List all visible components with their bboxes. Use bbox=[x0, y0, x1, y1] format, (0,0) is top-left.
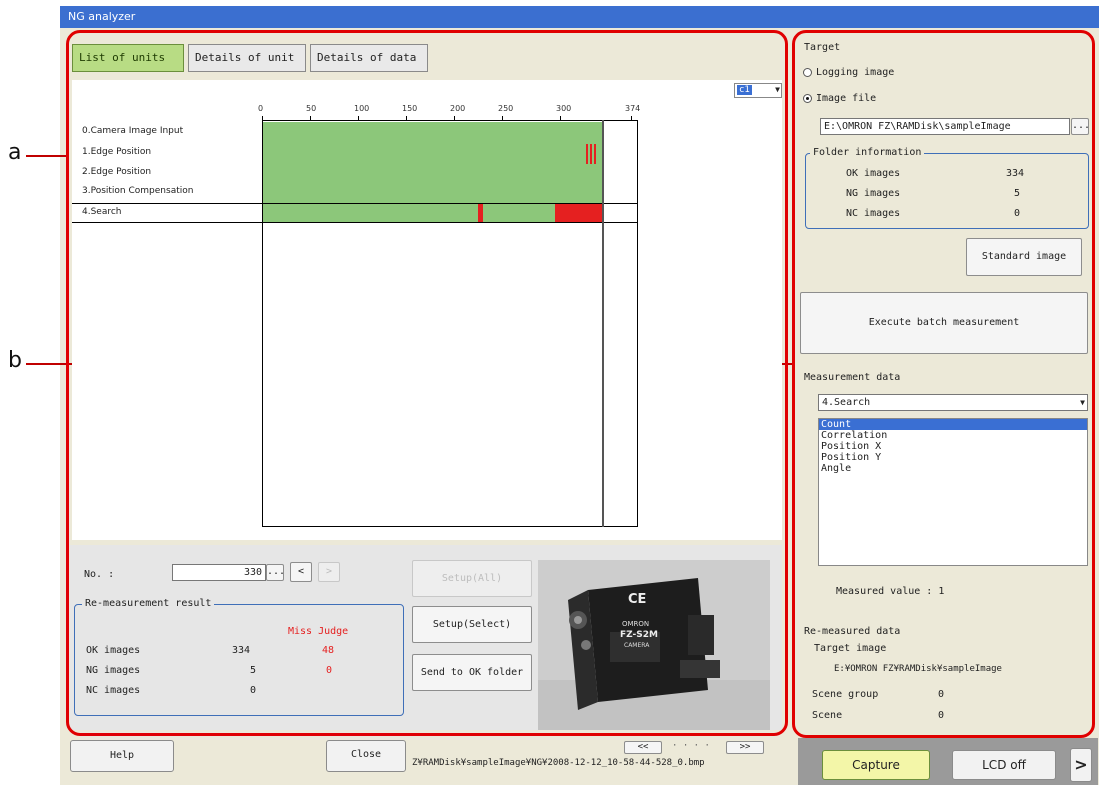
capture-button[interactable]: Capture bbox=[822, 750, 930, 780]
window-title: NG analyzer bbox=[68, 10, 136, 23]
file-path-status: Z¥RAMDisk¥sampleImage¥NG¥2008-12-12_10-5… bbox=[412, 758, 705, 768]
callout-a: a bbox=[8, 140, 22, 165]
annotation-frame-a bbox=[66, 30, 788, 736]
lcd-off-button[interactable]: LCD off bbox=[952, 750, 1056, 780]
nav-dots: · · · · bbox=[672, 741, 710, 751]
help-button[interactable]: Help bbox=[70, 740, 174, 772]
close-button[interactable]: Close bbox=[326, 740, 406, 772]
callout-a-line bbox=[26, 155, 68, 157]
callout-b: b bbox=[8, 348, 22, 373]
more-button[interactable]: > bbox=[1070, 748, 1092, 782]
annotation-frame-right bbox=[792, 30, 1095, 738]
window-titlebar: NG analyzer bbox=[60, 6, 1099, 28]
first-image-button[interactable]: << bbox=[624, 741, 662, 754]
last-image-button[interactable]: >> bbox=[726, 741, 764, 754]
